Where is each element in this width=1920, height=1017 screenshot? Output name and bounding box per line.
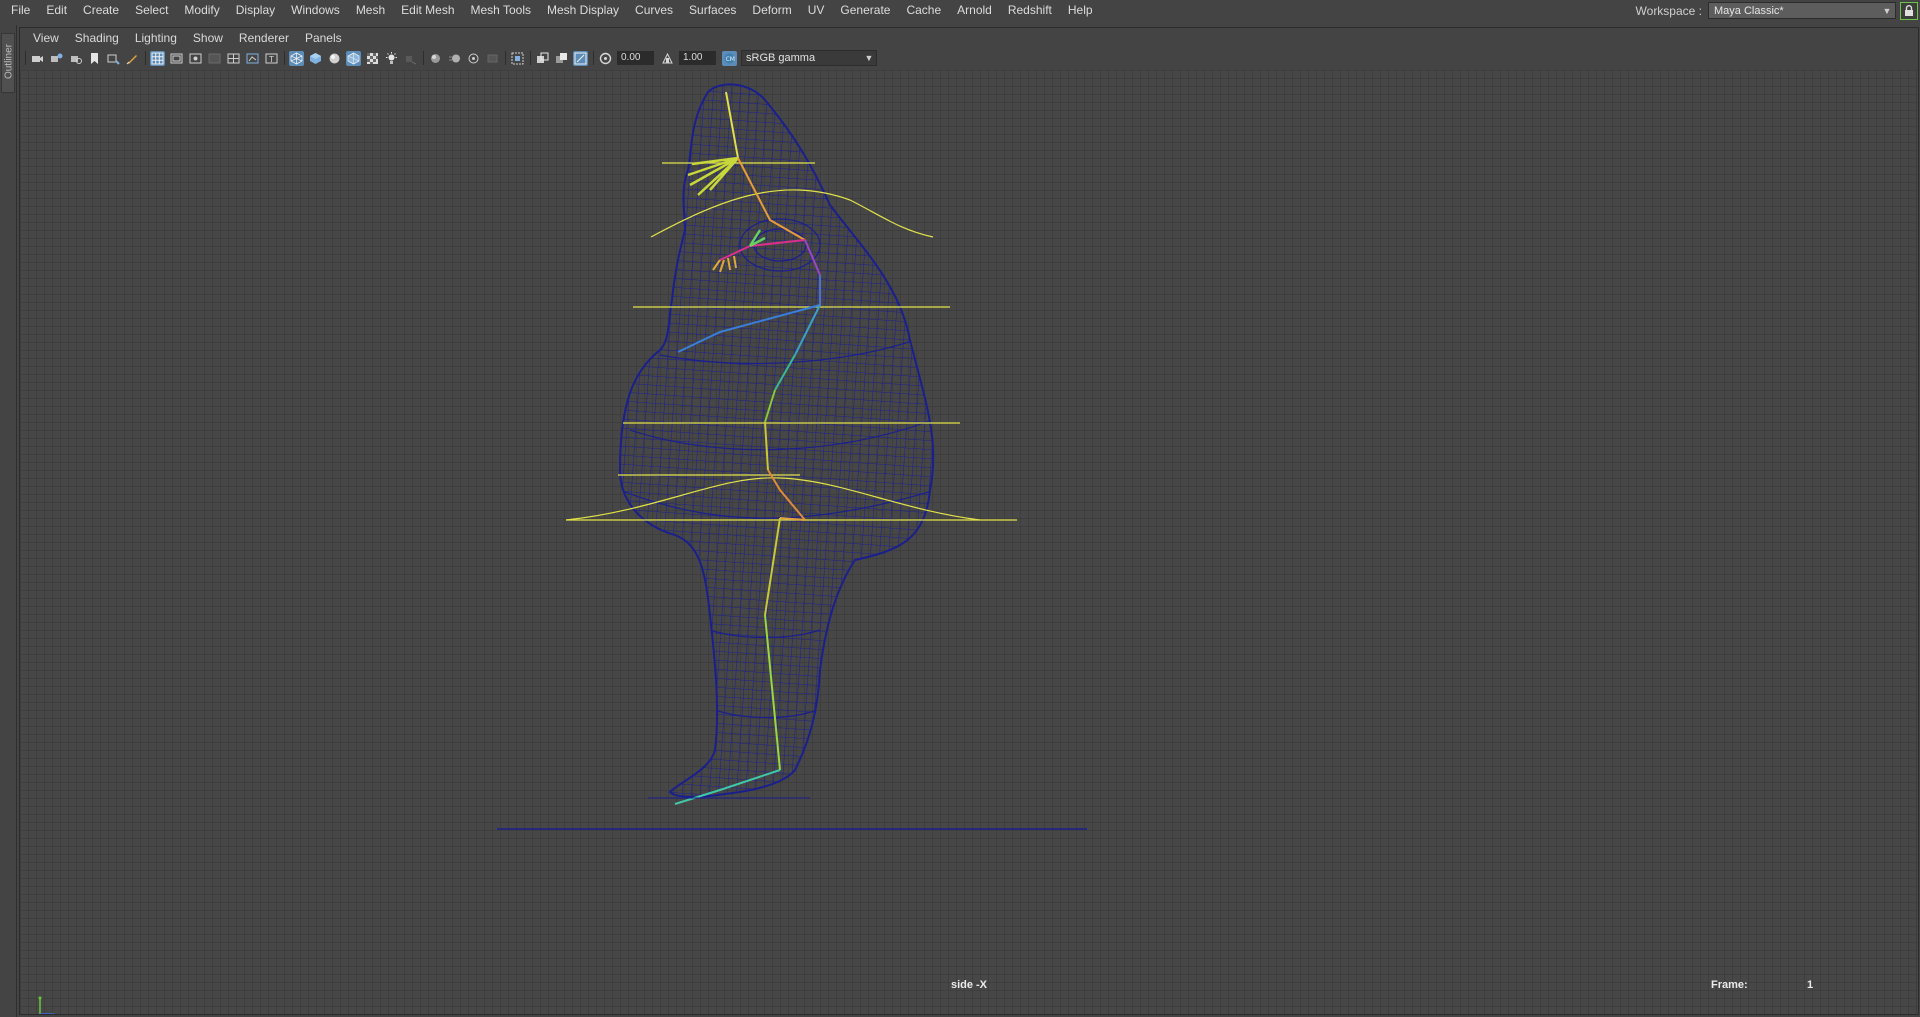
smooth-shade-icon[interactable] — [308, 51, 323, 66]
toolbar-separator — [145, 51, 146, 65]
depth-of-field-icon[interactable] — [485, 51, 500, 66]
menu-mesh-display[interactable]: Mesh Display — [539, 0, 627, 21]
film-gate-icon[interactable] — [169, 51, 184, 66]
panel-toolbar: T 0.00 1.00 CM sRGB gamma ▼ — [20, 48, 1918, 68]
menu-generate[interactable]: Generate — [832, 0, 898, 21]
panel-menu-renderer[interactable]: Renderer — [231, 28, 297, 48]
frame-value: 1 — [1807, 979, 1814, 991]
toolbar-separator — [530, 51, 531, 65]
frame-label: Frame: — [1711, 979, 1748, 991]
toolbar-separator — [284, 51, 285, 65]
camera-name-label: side -X — [950, 979, 988, 991]
menu-edit[interactable]: Edit — [38, 0, 75, 21]
wireframe-icon[interactable] — [289, 50, 304, 66]
lock-icon — [1905, 4, 1913, 16]
safe-title-icon[interactable]: T — [264, 51, 279, 66]
use-all-lights-icon[interactable] — [384, 51, 399, 66]
safe-action-icon[interactable] — [245, 51, 260, 66]
toolbar-separator — [505, 51, 506, 65]
panel-menu-show[interactable]: Show — [185, 28, 231, 48]
menu-create[interactable]: Create — [75, 0, 127, 21]
menu-mesh-tools[interactable]: Mesh Tools — [463, 0, 539, 21]
panel-menu-lighting[interactable]: Lighting — [127, 28, 185, 48]
svg-text:T: T — [268, 55, 274, 64]
gate-mask-icon[interactable] — [207, 51, 222, 66]
menu-curves[interactable]: Curves — [627, 0, 681, 21]
menu-help[interactable]: Help — [1060, 0, 1101, 21]
exposure-field[interactable]: 0.00 — [617, 51, 654, 65]
panel-menu-panels[interactable]: Panels — [297, 28, 350, 48]
exposure-icon[interactable] — [598, 51, 613, 66]
textured-icon[interactable] — [365, 51, 380, 66]
workspace-selector: Workspace : Maya Classic* ▼ — [1636, 0, 1920, 21]
outliner-sidebar: Outliner — [0, 25, 17, 1017]
camera-attributes-icon[interactable] — [49, 51, 64, 66]
menu-windows[interactable]: Windows — [283, 0, 348, 21]
resolution-gate-icon[interactable] — [188, 51, 203, 66]
select-camera-icon[interactable] — [30, 51, 45, 66]
menu-cache[interactable]: Cache — [898, 0, 949, 21]
screen-space-ao-icon[interactable] — [428, 51, 443, 66]
menu-mesh[interactable]: Mesh — [348, 0, 393, 21]
menu-file[interactable]: File — [0, 0, 38, 21]
viewport-panel: View Shading Lighting Show Renderer Pane… — [19, 27, 1919, 1015]
grid-icon[interactable] — [150, 50, 165, 66]
motion-blur-icon[interactable] — [447, 51, 462, 66]
chevron-down-icon: ▼ — [864, 53, 874, 63]
svg-text:CM: CM — [726, 56, 735, 63]
axis-indicator-icon — [38, 996, 54, 1014]
shadows-icon[interactable] — [403, 51, 418, 66]
panel-menu-bar: View Shading Lighting Show Renderer Pane… — [20, 28, 350, 48]
menu-select[interactable]: Select — [127, 0, 176, 21]
panel-menu-shading[interactable]: Shading — [67, 28, 127, 48]
outliner-tab-label: Outliner — [3, 44, 15, 80]
toolbar-separator — [593, 51, 594, 65]
menu-edit-mesh[interactable]: Edit Mesh — [393, 0, 462, 21]
chevron-down-icon: ▼ — [1882, 5, 1892, 16]
color-space-dropdown[interactable]: sRGB gamma ▼ — [741, 50, 877, 66]
menu-surfaces[interactable]: Surfaces — [681, 0, 744, 21]
outliner-tab[interactable]: Outliner — [1, 33, 15, 93]
menu-display[interactable]: Display — [228, 0, 283, 21]
workspace-value: Maya Classic* — [1714, 4, 1784, 17]
menu-uv[interactable]: UV — [800, 0, 833, 21]
workspace-lock-button[interactable] — [1900, 1, 1918, 20]
workspace-dropdown[interactable]: Maya Classic* ▼ — [1708, 2, 1896, 19]
menu-modify[interactable]: Modify — [176, 0, 227, 21]
isolate-select-icon[interactable] — [510, 51, 525, 66]
workspace-label: Workspace : — [1635, 3, 1702, 18]
xray-joints-icon[interactable] — [573, 50, 588, 66]
grease-pencil-icon[interactable] — [125, 51, 140, 66]
bookmark-icon[interactable] — [68, 51, 83, 66]
toolbar-separator — [25, 51, 26, 65]
gamma-icon[interactable] — [660, 51, 675, 66]
menu-redshift[interactable]: Redshift — [1000, 0, 1060, 21]
menu-arnold[interactable]: Arnold — [949, 0, 1000, 21]
menu-deform[interactable]: Deform — [744, 0, 799, 21]
xray-active-components-icon[interactable] — [554, 51, 569, 66]
color-management-icon[interactable]: CM — [722, 50, 737, 66]
viewport-3d[interactable] — [20, 70, 1918, 1014]
image-plane-icon[interactable] — [87, 51, 102, 66]
scene-canvas[interactable] — [20, 70, 1918, 1014]
anti-aliasing-icon[interactable] — [466, 51, 481, 66]
toolbar-separator — [423, 51, 424, 65]
panel-menu-view[interactable]: View — [20, 28, 67, 48]
field-chart-icon[interactable] — [226, 51, 241, 66]
color-space-value: sRGB gamma — [746, 52, 816, 64]
2d-pan-icon[interactable] — [106, 51, 121, 66]
use-default-material-icon[interactable] — [327, 51, 342, 66]
main-menu-bar: File Edit Create Select Modify Display W… — [0, 0, 1920, 21]
wireframe-on-shaded-icon[interactable] — [346, 50, 361, 66]
gamma-field[interactable]: 1.00 — [679, 51, 716, 65]
xray-icon[interactable] — [535, 51, 550, 66]
